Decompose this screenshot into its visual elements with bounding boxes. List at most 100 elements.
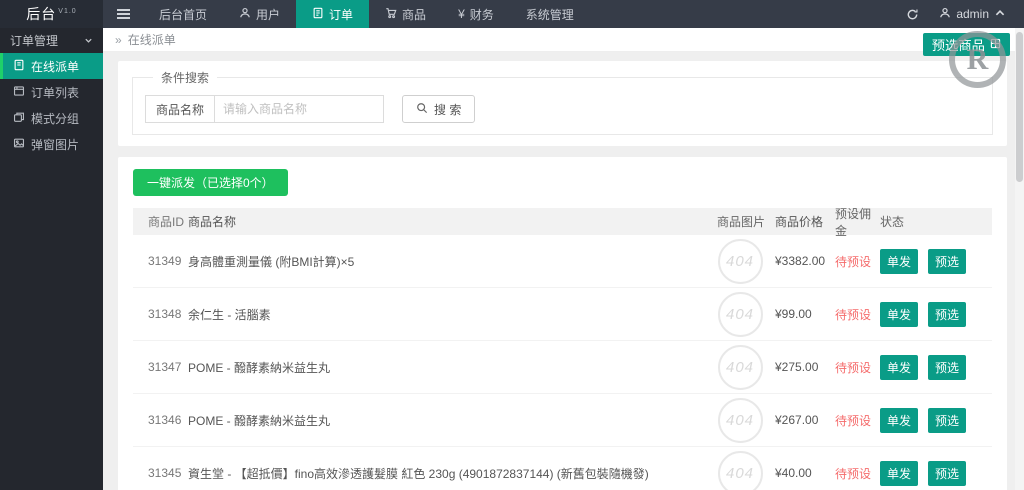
main-nav: 后台首页 用户 订单 商品 ¥ 财务 系统管理 [143,0,590,28]
product-id: 31345 [148,466,182,480]
product-price: ¥99.00 [775,307,812,321]
logo-text: 后台 [26,6,57,22]
user-icon [939,7,951,22]
single-dispatch-button[interactable]: 单发 [880,354,919,380]
sidebar-item-label: 在线派单 [31,59,80,74]
sidebar-item-label: 弹窗图片 [31,137,80,152]
admin-app: 后台 V1.0 后台首页 用户 订单 商品 ¥ 财务 系统管理 admin 订单… [0,0,1024,490]
product-image-404-placeholder: 404 [717,344,763,390]
nav-item-goods[interactable]: 商品 [369,0,442,28]
list-icon [13,85,25,100]
user-icon [239,7,251,22]
nav-item-home[interactable]: 后台首页 [143,0,223,28]
nav-item-label: 商品 [402,7,427,22]
commission-pending-label: 待预设 [835,360,872,375]
user-menu[interactable]: admin [931,7,1014,22]
preselect-goods-button[interactable]: 预选商品 [922,33,1010,56]
menu-toggle-icon[interactable] [103,0,143,28]
product-image-404-placeholder: 404 [717,450,763,490]
search-legend: 条件搜索 [161,71,210,85]
header-status: 状态 [880,215,905,229]
product-price: ¥275.00 [775,360,819,374]
table-row: 31348 余仁生 - 活腦素 404 ¥99.00 待预设 单发 预选 [133,288,992,341]
page-content: 条件搜索 商品名称 搜 索 [103,52,1024,490]
sidebar: 订单管理 在线派单 订单列表 模式分组 弹窗图片 [0,28,103,490]
nav-item-orders[interactable]: 订单 [296,0,370,28]
search-button[interactable]: 搜 索 [402,95,476,123]
product-image-404-placeholder: 404 [717,291,763,337]
single-dispatch-button[interactable]: 单发 [880,460,919,486]
sidebar-item-mode-group[interactable]: 模式分组 [0,105,103,131]
sidebar-group-label: 订单管理 [10,34,59,48]
table-row: 31346 POME - 醱酵素納米益生丸 404 ¥267.00 待预设 单发… [133,394,992,447]
table-header-row: 商品ID 商品名称 商品图片 商品价格 预设佣金 状态 [133,207,992,238]
commission-pending-label: 待预设 [835,307,872,322]
app-logo: 后台 V1.0 [0,0,103,28]
search-fieldset: 条件搜索 商品名称 搜 索 [132,69,993,135]
batch-dispatch-button[interactable]: 一键派发（已选择0个） [133,169,288,196]
search-icon [416,102,428,117]
product-id: 31346 [148,413,182,427]
nav-item-label: 后台首页 [159,7,208,22]
main-area: » 在线派单 预选商品 R 条件搜索 商品名称 请输入商品名称 搜 索 一键派发… [103,28,1024,490]
nav-item-system[interactable]: 系统管理 [510,0,590,28]
preselect-button[interactable]: 预选 [928,301,967,327]
sidebar-item-label: 模式分组 [31,111,80,126]
breadcrumb-current: 在线派单 [127,33,176,47]
product-image-404-placeholder: 404 [717,238,763,284]
layers-icon [13,111,25,126]
header-preset-commission: 预设佣金 [835,206,872,238]
single-dispatch-button[interactable]: 单发 [880,248,919,274]
product-price: ¥40.00 [775,466,812,480]
preselect-button[interactable]: 预选 [928,248,967,274]
commission-pending-label: 待预设 [835,466,872,481]
sidebar-item-online-dispatch[interactable]: 在线派单 [0,53,103,79]
single-dispatch-button[interactable]: 单发 [880,301,919,327]
product-name: POME - 醱酵素納米益生丸 [188,360,331,375]
document-icon [13,59,25,74]
breadcrumb-separator: » [115,32,122,47]
preselect-button[interactable]: 预选 [928,407,967,433]
scrollbar-thumb[interactable] [1016,32,1023,182]
navbar-right: admin [897,0,1024,28]
product-name: 資生堂 - 【超抵價】fino高效滲透護髮膜 紅色 230g (49018728… [188,466,649,481]
product-name-group: 商品名称 [145,95,385,123]
sidebar-group-order-management[interactable]: 订单管理 [0,28,103,53]
product-name: 余仁生 - 活腦素 [188,307,271,322]
refresh-icon[interactable] [897,0,927,28]
products-table: 商品ID 商品名称 商品图片 商品价格 预设佣金 状态 31349 身高體重測量… [133,207,992,490]
order-icon [312,7,324,22]
commission-pending-label: 待预设 [835,413,872,428]
nav-item-label: 财务 [469,7,494,22]
table-row: 31349 身高體重測量儀 (附BMI計算)×5 404 ¥3382.00 待预… [133,235,992,288]
breadcrumb: » 在线派单 [103,28,1024,52]
nav-item-users[interactable]: 用户 [223,0,296,28]
version-label: V1.0 [58,7,77,15]
header-product-id: 商品ID [148,215,185,229]
image-icon [13,137,25,152]
nav-item-label: 订单 [329,7,354,22]
yuan-icon: ¥ [458,7,465,21]
search-panel: 条件搜索 商品名称 搜 索 [118,61,1007,146]
sidebar-item-popup-image[interactable]: 弹窗图片 [0,131,103,157]
product-name: POME - 醱酵素納米益生丸 [188,413,331,428]
top-navbar: 后台 V1.0 后台首页 用户 订单 商品 ¥ 财务 系统管理 admin [0,0,1024,28]
sidebar-item-order-list[interactable]: 订单列表 [0,79,103,105]
product-price: ¥3382.00 [775,254,826,268]
preselect-button[interactable]: 预选 [928,460,967,486]
nav-item-label: 系统管理 [525,7,574,22]
sidebar-item-label: 订单列表 [31,85,80,100]
single-dispatch-button[interactable]: 单发 [880,407,919,433]
header-product-image: 商品图片 [717,215,766,229]
product-id: 31347 [148,360,182,374]
product-id: 31349 [148,254,182,268]
goods-grid-icon [990,37,1001,52]
nav-item-finance[interactable]: ¥ 财务 [442,0,510,28]
vertical-scrollbar[interactable] [1015,28,1024,490]
product-name-input[interactable] [214,95,385,123]
nav-item-label: 用户 [256,7,281,22]
header-product-price: 商品价格 [775,215,824,229]
chevron-down-icon [84,34,93,48]
product-price: ¥267.00 [775,413,819,427]
preselect-button[interactable]: 预选 [928,354,967,380]
